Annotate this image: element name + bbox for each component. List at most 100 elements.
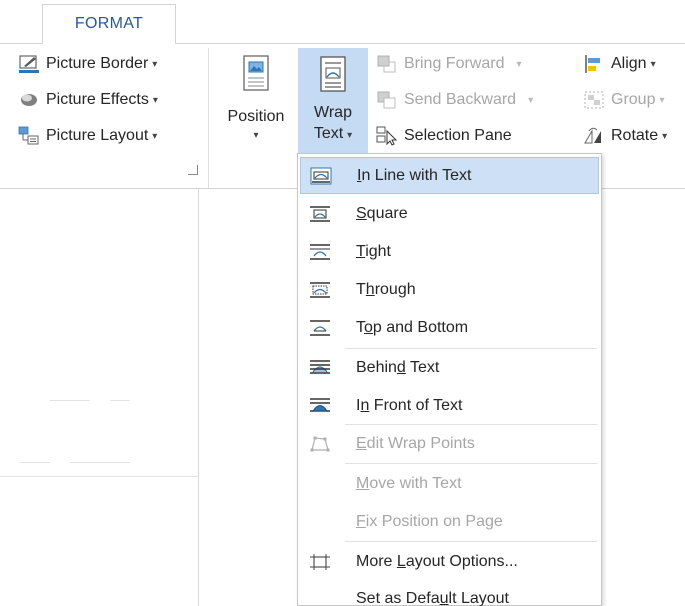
rotate-icon: [583, 126, 605, 146]
picture-layout-label: Picture Layout: [46, 127, 149, 144]
chevron-down-icon: ▾: [253, 130, 259, 141]
menu-item-in-line-with-text[interactable]: In Line with Text: [300, 157, 599, 194]
bring-forward-button[interactable]: Bring Forward ▾: [376, 54, 522, 74]
blank-icon-slot: [309, 475, 331, 493]
menu-label-post: Front of Text: [369, 396, 463, 414]
faint-text-line: [20, 462, 50, 463]
selection-pane-button[interactable]: Selection Pane: [376, 126, 512, 146]
chevron-down-icon: ▾: [659, 94, 665, 106]
bring-forward-label: Bring Forward: [404, 55, 505, 72]
faint-text-line: [110, 400, 130, 401]
menu-item-tight[interactable]: Tight: [300, 233, 599, 270]
blank-icon-slot: [309, 590, 331, 606]
align-label: Align: [611, 55, 647, 72]
wrap-text-menu: In Line with Text Square Tight Through T…: [297, 153, 602, 606]
send-backward-icon: [376, 90, 398, 110]
chevron-down-icon: ▾: [152, 58, 158, 70]
rotate-label: Rotate: [611, 127, 659, 144]
wrap-text-button[interactable]: Wrap Text ▾: [298, 48, 368, 158]
picture-effects-button[interactable]: Picture Effects ▾: [18, 90, 158, 110]
menu-label-key: S: [356, 204, 367, 222]
faint-text-line: [70, 462, 130, 463]
wrap-text-label-line1: Wrap: [314, 104, 352, 121]
faint-text-line: [50, 400, 90, 401]
rotate-button[interactable]: Rotate ▾: [583, 126, 667, 146]
menu-label-key: M: [356, 474, 370, 492]
menu-label-post: Text: [405, 358, 440, 376]
menu-label-key: E: [356, 434, 367, 452]
menu-label-key: F: [356, 512, 366, 530]
menu-label-pre: More: [356, 552, 397, 570]
selection-pane-label: Selection Pane: [404, 127, 512, 144]
group-icon: [583, 90, 605, 110]
menu-label-key: u: [439, 589, 449, 606]
menu-label-key: d: [396, 358, 406, 376]
menu-label-post: rough: [374, 280, 416, 298]
bring-forward-icon: [376, 54, 398, 74]
chevron-down-icon: ▾: [650, 58, 656, 70]
send-backward-button[interactable]: Send Backward ▾: [376, 90, 533, 110]
menu-label-post: dit Wrap Points: [366, 434, 475, 452]
menu-label-post: ight: [365, 242, 391, 260]
chevron-down-icon: ▾: [528, 94, 534, 106]
menu-label-post: p and Bottom: [372, 318, 469, 336]
menu-label-key: h: [365, 280, 375, 298]
wrap-text-label-line2: Text: [313, 125, 344, 142]
page-edge: [198, 189, 199, 606]
menu-item-move-with-text[interactable]: Move with Text: [300, 465, 599, 502]
menu-separator: [345, 541, 597, 542]
selection-pane-icon: [376, 126, 398, 146]
position-label: Position: [227, 108, 285, 125]
menu-item-edit-wrap-points[interactable]: Edit Wrap Points: [300, 425, 599, 462]
menu-item-fix-position-on-page[interactable]: Fix Position on Page: [300, 503, 599, 540]
wrap-top-bottom-icon: [309, 319, 331, 337]
chevron-down-icon: ▾: [152, 94, 158, 106]
more-layout-options-icon: [309, 553, 331, 571]
send-backward-label: Send Backward: [404, 91, 517, 108]
group-label: Group: [611, 91, 656, 108]
position-icon: [238, 54, 274, 94]
picture-layout-button[interactable]: Picture Layout ▾: [18, 126, 157, 146]
position-button[interactable]: Position ▾: [218, 48, 294, 160]
menu-label-pre: Behin: [356, 358, 397, 376]
wrap-inline-icon: [310, 167, 332, 185]
menu-label-post: quare: [366, 204, 408, 222]
dialog-launcher-icon[interactable]: [188, 165, 198, 175]
menu-item-in-front-of-text[interactable]: In Front of Text: [300, 387, 599, 424]
align-icon: [583, 54, 605, 74]
page-bottom-edge: [0, 476, 199, 477]
chevron-down-icon: ▾: [152, 130, 158, 142]
menu-item-more-layout-options[interactable]: More Layout Options...: [300, 543, 599, 580]
chevron-down-icon: ▾: [662, 130, 668, 142]
menu-label-post: lt Layout: [448, 589, 509, 606]
menu-label-pre: T: [356, 318, 364, 336]
group-divider: [208, 48, 209, 188]
align-button[interactable]: Align ▾: [583, 54, 656, 74]
group-button[interactable]: Group ▾: [583, 90, 665, 110]
wrap-front-icon: [309, 397, 331, 415]
picture-layout-icon: [18, 126, 40, 146]
picture-border-label: Picture Border: [46, 55, 149, 72]
menu-label-post: ove with Text: [369, 474, 462, 492]
menu-item-square[interactable]: Square: [300, 195, 599, 232]
menu-item-behind-text[interactable]: Behind Text: [300, 349, 599, 386]
menu-item-set-as-default-layout[interactable]: Set as Default Layout: [300, 580, 599, 606]
menu-item-top-and-bottom[interactable]: Top and Bottom: [300, 309, 599, 346]
menu-label-key: L: [396, 552, 406, 570]
menu-separator: [345, 463, 597, 464]
picture-effects-icon: [18, 90, 40, 110]
wrap-behind-icon: [309, 359, 331, 377]
menu-label-key: T: [356, 242, 366, 260]
menu-label-post: ix Position on Page: [365, 512, 503, 530]
menu-label-pre: T: [356, 280, 366, 298]
wrap-through-icon: [309, 281, 331, 299]
blank-icon-slot: [309, 513, 331, 531]
wrap-tight-icon: [309, 243, 331, 261]
chevron-down-icon: ▾: [516, 58, 522, 70]
picture-border-icon: [18, 54, 40, 74]
tab-format[interactable]: FORMAT: [42, 4, 176, 45]
picture-border-button[interactable]: Picture Border ▾: [18, 54, 157, 74]
menu-item-through[interactable]: Through: [300, 271, 599, 308]
edit-wrap-points-icon: [309, 435, 331, 453]
menu-label-post: ayout Options...: [405, 552, 518, 570]
